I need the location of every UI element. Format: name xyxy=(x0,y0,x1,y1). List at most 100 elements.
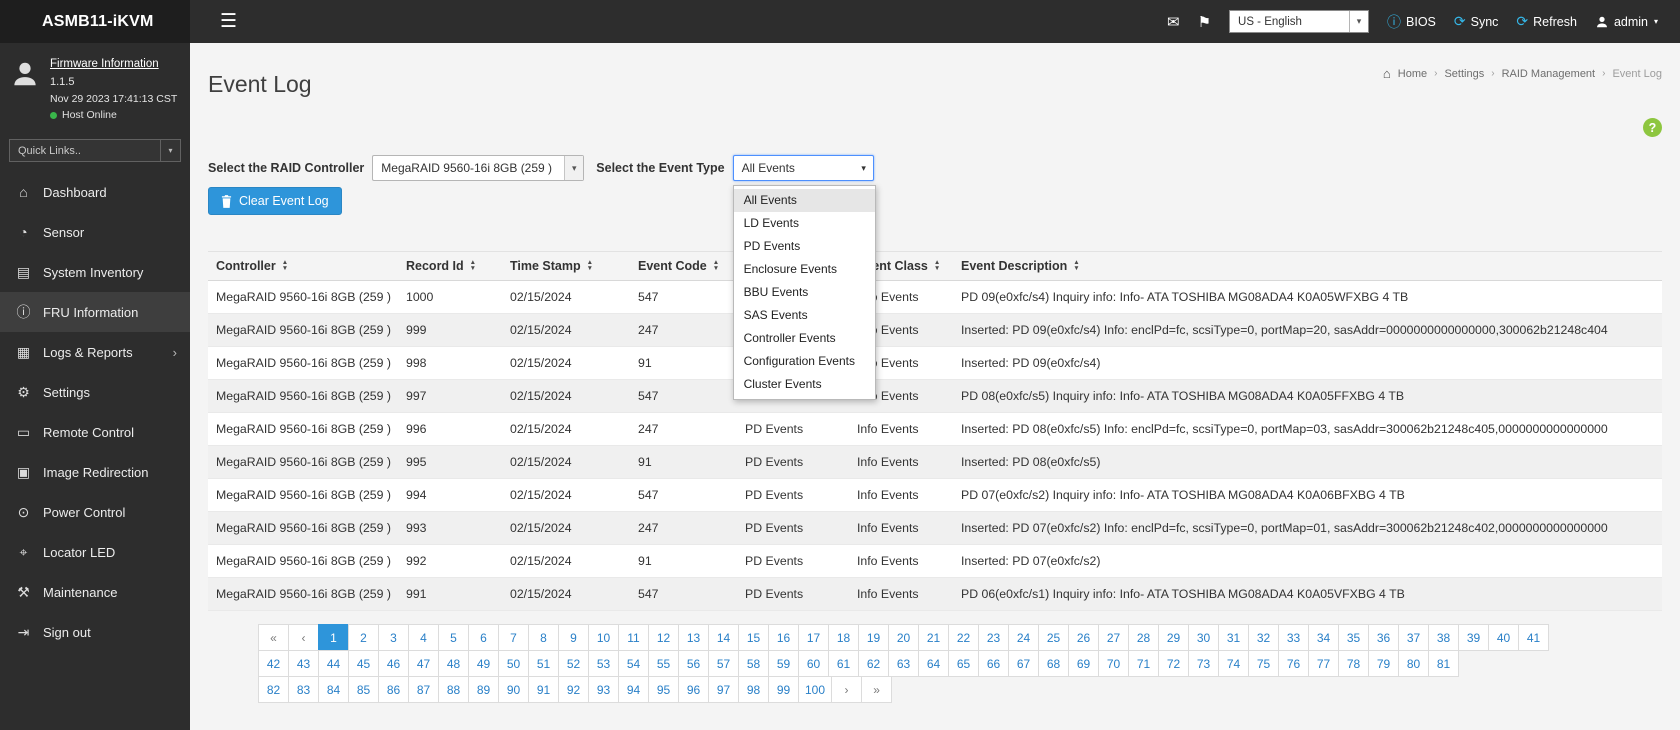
event-type-select[interactable]: All Events ▾ All EventsLD EventsPD Event… xyxy=(733,155,874,181)
pagination-page-60[interactable]: 60 xyxy=(798,650,829,677)
pagination-page-31[interactable]: 31 xyxy=(1218,624,1249,651)
pagination-page-1[interactable]: 1 xyxy=(318,624,349,651)
event-type-option-all-events[interactable]: All Events xyxy=(734,189,875,212)
pagination-page-86[interactable]: 86 xyxy=(378,676,409,703)
column-header-event-code[interactable]: Event Code▲▼ xyxy=(630,252,737,281)
sidebar-item-image-redirection[interactable]: ▣Image Redirection xyxy=(0,452,190,492)
mail-icon[interactable]: ✉ xyxy=(1167,13,1180,31)
pagination-page-62[interactable]: 62 xyxy=(858,650,889,677)
language-select[interactable]: US - English ▾ xyxy=(1229,10,1369,33)
pagination-page-78[interactable]: 78 xyxy=(1338,650,1369,677)
sidebar-item-logs-reports[interactable]: ▦Logs & Reports› xyxy=(0,332,190,372)
event-type-option-cluster-events[interactable]: Cluster Events xyxy=(734,373,875,396)
pagination-page-9[interactable]: 9 xyxy=(558,624,589,651)
pagination-page-98[interactable]: 98 xyxy=(738,676,769,703)
pagination-page-76[interactable]: 76 xyxy=(1278,650,1309,677)
pagination-page-19[interactable]: 19 xyxy=(858,624,889,651)
pagination-page-66[interactable]: 66 xyxy=(978,650,1009,677)
pagination-page-72[interactable]: 72 xyxy=(1158,650,1189,677)
pagination-page-82[interactable]: 82 xyxy=(258,676,289,703)
pagination-page-18[interactable]: 18 xyxy=(828,624,859,651)
pagination-page-80[interactable]: 80 xyxy=(1398,650,1429,677)
pagination-page-81[interactable]: 81 xyxy=(1428,650,1459,677)
pagination-page-27[interactable]: 27 xyxy=(1098,624,1129,651)
pagination-page-4[interactable]: 4 xyxy=(408,624,439,651)
pagination-page-2[interactable]: 2 xyxy=(348,624,379,651)
pagination-page-69[interactable]: 69 xyxy=(1068,650,1099,677)
pagination-page-21[interactable]: 21 xyxy=(918,624,949,651)
pagination-last-button[interactable]: » xyxy=(861,676,892,703)
pagination-page-17[interactable]: 17 xyxy=(798,624,829,651)
pagination-page-29[interactable]: 29 xyxy=(1158,624,1189,651)
pagination-page-50[interactable]: 50 xyxy=(498,650,529,677)
pagination-page-100[interactable]: 100 xyxy=(798,676,832,703)
pagination-page-25[interactable]: 25 xyxy=(1038,624,1069,651)
pagination-page-67[interactable]: 67 xyxy=(1008,650,1039,677)
breadcrumb-item-raid-management[interactable]: RAID Management xyxy=(1502,68,1596,80)
home-icon[interactable]: ⌂ xyxy=(1383,66,1391,81)
pagination-page-48[interactable]: 48 xyxy=(438,650,469,677)
breadcrumb-item-settings[interactable]: Settings xyxy=(1444,68,1484,80)
pagination-page-87[interactable]: 87 xyxy=(408,676,439,703)
pagination-page-12[interactable]: 12 xyxy=(648,624,679,651)
pagination-page-6[interactable]: 6 xyxy=(468,624,499,651)
pagination-page-44[interactable]: 44 xyxy=(318,650,349,677)
pagination-page-90[interactable]: 90 xyxy=(498,676,529,703)
pagination-page-56[interactable]: 56 xyxy=(678,650,709,677)
pagination-page-49[interactable]: 49 xyxy=(468,650,499,677)
quick-links-select[interactable]: Quick Links.. ▾ xyxy=(9,139,181,162)
pagination-page-74[interactable]: 74 xyxy=(1218,650,1249,677)
pagination-page-41[interactable]: 41 xyxy=(1518,624,1549,651)
pagination-page-15[interactable]: 15 xyxy=(738,624,769,651)
pagination-page-38[interactable]: 38 xyxy=(1428,624,1459,651)
user-menu[interactable]: admin ▾ xyxy=(1595,15,1658,29)
pagination-page-32[interactable]: 32 xyxy=(1248,624,1279,651)
sidebar-item-maintenance[interactable]: ⚒Maintenance xyxy=(0,572,190,612)
pagination-prev-button[interactable]: ‹ xyxy=(288,624,319,651)
pagination-page-93[interactable]: 93 xyxy=(588,676,619,703)
pagination-page-63[interactable]: 63 xyxy=(888,650,919,677)
pagination-page-54[interactable]: 54 xyxy=(618,650,649,677)
column-header-record-id[interactable]: Record Id▲▼ xyxy=(398,252,502,281)
breadcrumb-item-event-log[interactable]: Event Log xyxy=(1612,68,1662,80)
pagination-page-33[interactable]: 33 xyxy=(1278,624,1309,651)
event-type-option-bbu-events[interactable]: BBU Events xyxy=(734,281,875,304)
pagination-page-8[interactable]: 8 xyxy=(528,624,559,651)
pagination-page-13[interactable]: 13 xyxy=(678,624,709,651)
menu-icon[interactable]: ☰ xyxy=(220,10,237,33)
column-header-event-description[interactable]: Event Description▲▼ xyxy=(953,252,1662,281)
pagination-page-40[interactable]: 40 xyxy=(1488,624,1519,651)
pagination-page-92[interactable]: 92 xyxy=(558,676,589,703)
sidebar-item-dashboard[interactable]: ⌂Dashboard xyxy=(0,172,190,212)
sidebar-item-locator-led[interactable]: ⌖Locator LED xyxy=(0,532,190,572)
pagination-page-46[interactable]: 46 xyxy=(378,650,409,677)
pagination-page-47[interactable]: 47 xyxy=(408,650,439,677)
pagination-page-10[interactable]: 10 xyxy=(588,624,619,651)
pagination-page-71[interactable]: 71 xyxy=(1128,650,1159,677)
pagination-page-64[interactable]: 64 xyxy=(918,650,949,677)
pagination-page-85[interactable]: 85 xyxy=(348,676,379,703)
pagination-page-5[interactable]: 5 xyxy=(438,624,469,651)
pagination-page-43[interactable]: 43 xyxy=(288,650,319,677)
pagination-page-75[interactable]: 75 xyxy=(1248,650,1279,677)
pagination-page-55[interactable]: 55 xyxy=(648,650,679,677)
pagination-page-58[interactable]: 58 xyxy=(738,650,769,677)
refresh-button[interactable]: ⟳ Refresh xyxy=(1516,13,1577,30)
sidebar-item-system-inventory[interactable]: ▤System Inventory xyxy=(0,252,190,292)
alert-flag-icon[interactable]: ⚑ xyxy=(1198,13,1211,31)
pagination-page-91[interactable]: 91 xyxy=(528,676,559,703)
pagination-page-24[interactable]: 24 xyxy=(1008,624,1039,651)
pagination-page-68[interactable]: 68 xyxy=(1038,650,1069,677)
pagination-page-94[interactable]: 94 xyxy=(618,676,649,703)
event-type-option-ld-events[interactable]: LD Events xyxy=(734,212,875,235)
event-type-option-pd-events[interactable]: PD Events xyxy=(734,235,875,258)
pagination-page-51[interactable]: 51 xyxy=(528,650,559,677)
pagination-page-36[interactable]: 36 xyxy=(1368,624,1399,651)
column-header-time-stamp[interactable]: Time Stamp▲▼ xyxy=(502,252,630,281)
pagination-page-97[interactable]: 97 xyxy=(708,676,739,703)
raid-controller-select[interactable]: MegaRAID 9560-16i 8GB (259 ) ▾ xyxy=(372,155,584,181)
help-icon[interactable]: ? xyxy=(1643,118,1662,137)
pagination-page-95[interactable]: 95 xyxy=(648,676,679,703)
sidebar-item-fru-information[interactable]: ⓘFRU Information xyxy=(0,292,190,332)
pagination-page-42[interactable]: 42 xyxy=(258,650,289,677)
